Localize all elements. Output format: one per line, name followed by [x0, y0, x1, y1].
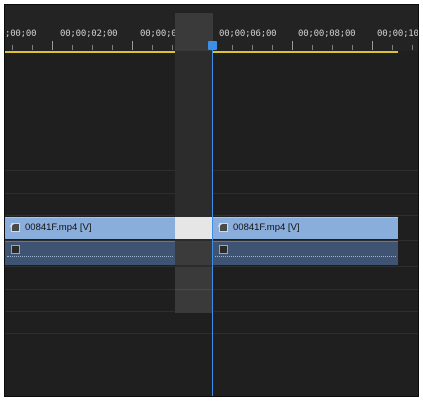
audio-gap[interactable]: [175, 241, 213, 265]
ruler-major-tick: [52, 41, 53, 50]
ruler-minor-tick: [392, 45, 393, 50]
timecode-label: 00;00;06;00: [219, 29, 277, 39]
gap-divider: [175, 289, 213, 290]
ruler-minor-tick: [152, 45, 153, 50]
fx-icon[interactable]: [11, 223, 20, 232]
video-clip-right[interactable]: 00841F.mp4 [V]: [213, 217, 398, 239]
ruler-minor-tick: [352, 45, 353, 50]
ruler-minor-tick: [272, 45, 273, 50]
ruler-minor-tick: [412, 45, 413, 50]
video-clip-left[interactable]: 00841F.mp4 [V]: [5, 217, 175, 239]
ruler-major-tick: [292, 41, 293, 50]
timecode-label: 00;00;08;00: [298, 29, 356, 39]
audio-clip-right[interactable]: [213, 241, 398, 265]
timecode-label: 00;00;02;00: [60, 29, 118, 39]
ruler-minor-tick: [92, 45, 93, 50]
playhead-line[interactable]: [212, 49, 213, 396]
ruler-minor-tick: [12, 45, 13, 50]
audio-waveform: [215, 256, 396, 260]
ruler-minor-tick: [72, 45, 73, 50]
audio-waveform: [7, 256, 173, 260]
ruler-major-tick: [132, 41, 133, 50]
clip-name: 00841F.mp4 [V]: [25, 222, 92, 233]
playhead-handle[interactable]: [208, 41, 217, 50]
fx-icon[interactable]: [219, 223, 228, 232]
fx-icon[interactable]: [219, 245, 228, 254]
timecode-label: ;00;00: [5, 29, 37, 39]
ruler-minor-tick: [112, 45, 113, 50]
timeline-panel[interactable]: ;00;00 00;00;02;00 00;00;04;00 00;00;06;…: [5, 5, 418, 396]
ruler-minor-tick: [332, 45, 333, 50]
clip-name: 00841F.mp4 [V]: [233, 222, 300, 233]
ruler-minor-tick: [32, 45, 33, 50]
lower-track-gap: [175, 267, 213, 313]
fx-icon[interactable]: [11, 245, 20, 254]
ruler-minor-tick: [252, 45, 253, 50]
ruler-major-tick: [372, 41, 373, 50]
ruler-minor-tick: [172, 45, 173, 50]
timecode-label: 00;00;10;: [377, 29, 418, 39]
ruler-minor-tick: [232, 45, 233, 50]
ruler-minor-tick: [312, 45, 313, 50]
video-gap-selected[interactable]: [175, 217, 213, 239]
audio-clip-left[interactable]: [5, 241, 175, 265]
